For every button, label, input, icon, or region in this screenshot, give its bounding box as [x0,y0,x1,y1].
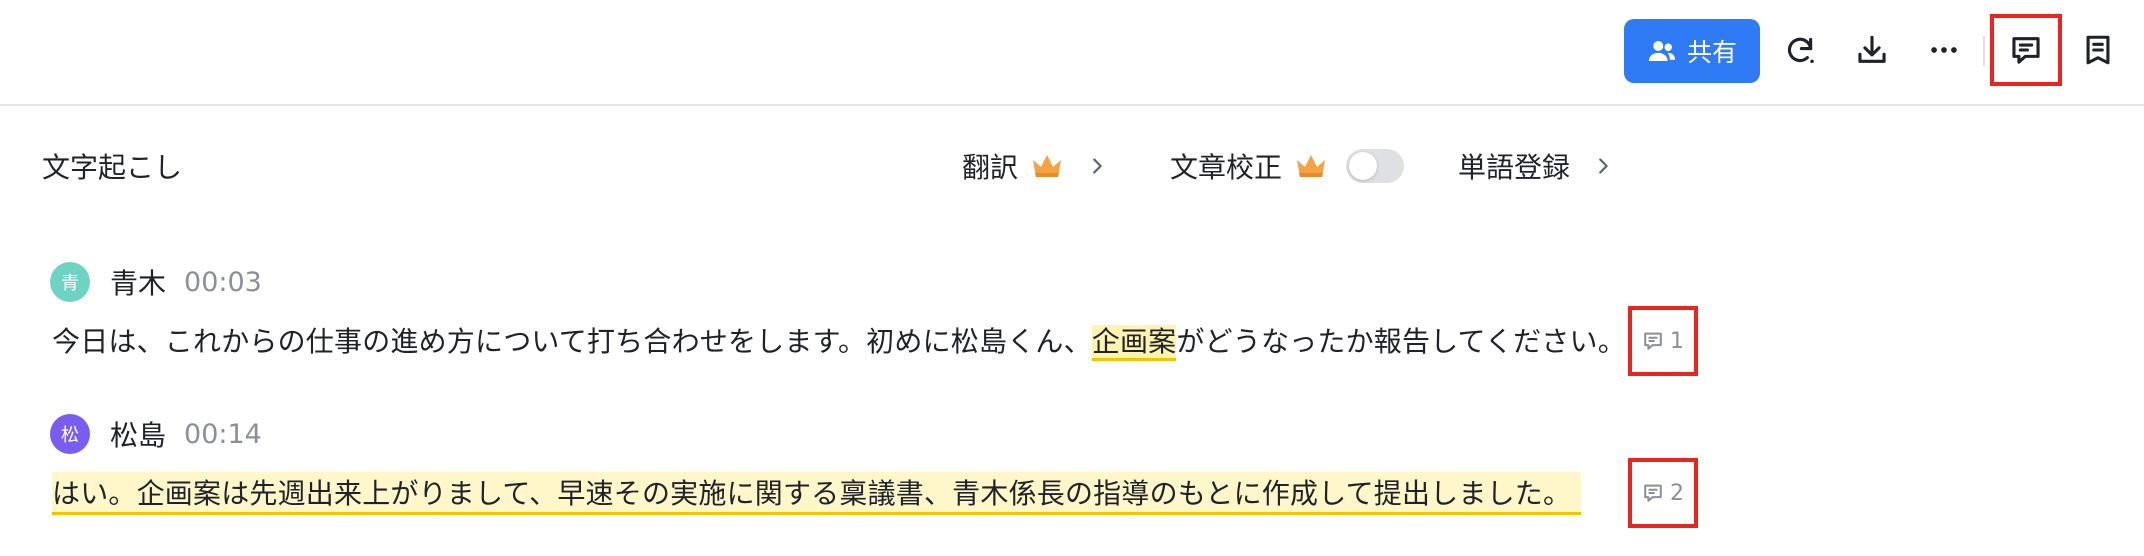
comment-count: 2 [1670,480,1684,506]
utterance-text-part: がどうなったか報告してください。 [1176,325,1626,358]
avatar: 松 [50,414,90,454]
proofread-option: 文章校正 [1170,146,1405,186]
toolbar-divider [1983,36,1985,66]
comment-count-badge[interactable]: 2 [1628,458,1698,528]
timestamp[interactable]: 00:14 [184,419,262,450]
chevron-right-icon [1093,158,1102,174]
chevron-right-icon [1599,158,1608,174]
timestamp[interactable]: 00:03 [184,267,262,298]
utterance-text[interactable]: はい。企画案は先週出来上がりまして、早速その実施に関する稟議書、青木係長の指導の… [52,472,1582,515]
top-toolbar: 共有 [0,0,2144,106]
more-icon[interactable] [1924,30,1964,70]
dictionary-option[interactable]: 単語登録 [1458,146,1614,186]
speaker-header: 松 松島 00:14 [50,414,262,454]
highlighted-phrase[interactable]: 企画案 [1091,325,1177,361]
users-icon [1648,41,1676,61]
translate-option[interactable]: 翻訳 [962,146,1108,186]
share-button[interactable]: 共有 [1624,19,1760,83]
utterance-text[interactable]: 今日は、これからの仕事の進め方について打ち合わせをします。初めに松島くん、企画案… [52,320,1626,361]
notes-icon[interactable] [2078,30,2118,70]
share-button-label: 共有 [1686,38,1737,67]
toggle-knob [1349,152,1378,180]
speaker-name: 青木 [110,267,167,300]
comment-icon [1644,332,1662,350]
speaker-name: 松島 [110,419,167,452]
speaker-header: 青 青木 00:03 [50,262,262,302]
comment-count: 1 [1670,328,1684,354]
translate-label: 翻訳 [962,151,1019,184]
dictionary-label: 単語登録 [1458,151,1571,184]
section-title: 文字起こし [42,151,183,184]
proofread-label: 文章校正 [1170,151,1283,184]
comment-icon [1644,484,1662,502]
crown-icon [1033,155,1062,177]
download-icon[interactable] [1852,30,1892,70]
comment-count-badge[interactable]: 1 [1628,306,1698,376]
utterance-text-part: 今日は、これからの仕事の進め方について打ち合わせをします。初めに松島くん、 [52,325,1092,358]
proofread-toggle[interactable] [1346,149,1405,183]
sync-icon[interactable] [1780,30,1820,70]
comment-panel-callout [1990,14,2062,86]
crown-icon [1297,155,1326,177]
avatar: 青 [50,262,90,302]
